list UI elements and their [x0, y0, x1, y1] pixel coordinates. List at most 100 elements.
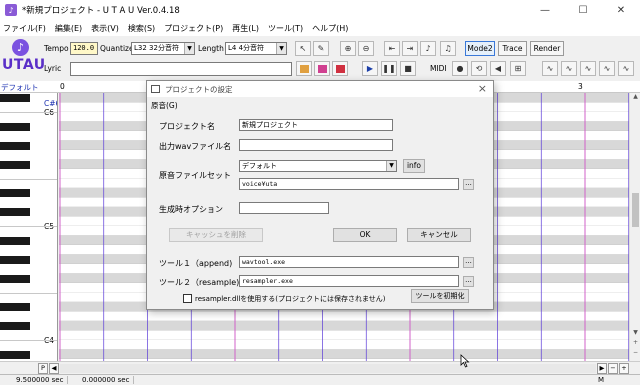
maximize-button[interactable]: ☐ — [564, 0, 602, 20]
menu-help[interactable]: ヘルプ(H) — [312, 23, 348, 34]
tool-a-button[interactable]: ∿ — [542, 61, 558, 76]
gen-options-input[interactable] — [239, 202, 329, 214]
scroll-right-icon[interactable]: ▶ — [597, 363, 607, 374]
black-key[interactable] — [0, 94, 30, 102]
tool1-input[interactable]: wavtool.exe — [239, 256, 459, 268]
menu-tools[interactable]: ツール(T) — [268, 23, 303, 34]
horizontal-scrollbar: P ◀ ▶ − + — [0, 361, 640, 374]
jump-end-button[interactable]: ⇥ — [402, 41, 418, 56]
record-button[interactable]: ● — [452, 61, 468, 76]
note-color-button[interactable] — [296, 61, 312, 76]
zoom-out-button[interactable]: ⊖ — [358, 41, 374, 56]
quantize-select[interactable]: L32 32分音符 ▼ — [131, 42, 195, 55]
black-key[interactable] — [0, 160, 30, 169]
tempo-input[interactable]: 120.0 — [70, 42, 98, 55]
tool1-label: ツール１（append) — [159, 259, 233, 268]
stop-button[interactable]: ■ — [400, 61, 416, 76]
output-wav-input[interactable] — [239, 139, 393, 151]
measure-number: 3 — [578, 82, 583, 91]
zoom-plus-icon[interactable]: + — [630, 339, 640, 346]
black-key[interactable] — [0, 255, 30, 264]
black-key[interactable] — [0, 236, 30, 245]
horizontal-scroll-track[interactable] — [60, 364, 596, 373]
menu-project[interactable]: プロジェクト(P) — [164, 23, 223, 34]
voicebank-select[interactable]: デフォルト ▼ — [239, 160, 397, 172]
black-key[interactable] — [0, 189, 30, 197]
black-key[interactable] — [0, 208, 30, 216]
scroll-left-icon[interactable]: ◀ — [49, 363, 59, 374]
trace-button[interactable]: Trace — [498, 41, 527, 56]
dialog-menu-voice[interactable]: 原音(G) — [151, 100, 178, 111]
menu-play[interactable]: 再生(L) — [232, 23, 259, 34]
vertical-scrollbar[interactable]: ▲ ▼ + − — [629, 93, 640, 361]
black-key[interactable] — [0, 122, 30, 131]
voicebank-path-input[interactable]: voice¥uta — [239, 178, 459, 190]
split-note-button[interactable]: ♪ — [420, 41, 436, 56]
pause-button[interactable]: ❚❚ — [381, 61, 397, 76]
tool-b-button[interactable]: ∿ — [561, 61, 577, 76]
hzoom-plus-icon[interactable]: + — [619, 363, 629, 374]
status-mode: M — [598, 376, 605, 384]
use-resampler-dll-checkbox[interactable] — [183, 294, 192, 303]
close-button[interactable]: ✕ — [602, 0, 640, 20]
zoom-in-button[interactable]: ⊕ — [340, 41, 356, 56]
hzoom-minus-icon[interactable]: − — [608, 363, 618, 374]
lyric-edit-button[interactable] — [332, 61, 348, 76]
cancel-button[interactable]: キャンセル — [407, 228, 471, 242]
jump-start-button[interactable]: ⇤ — [384, 41, 400, 56]
tool2-browse-button[interactable]: ... — [463, 276, 474, 287]
black-key[interactable] — [0, 274, 30, 283]
music-note-icon: ♪ — [12, 39, 29, 56]
minimize-button[interactable]: — — [526, 0, 564, 20]
lyric-input[interactable] — [70, 62, 292, 76]
speaker-icon: ◀ — [494, 64, 502, 73]
menu-edit[interactable]: 編集(E) — [55, 23, 82, 34]
scroll-thumb[interactable] — [632, 193, 639, 227]
white-key-divider — [0, 226, 57, 227]
p-toggle-button[interactable]: P — [38, 363, 48, 374]
mode2-button[interactable]: Mode2 — [465, 41, 495, 56]
menu-view[interactable]: 表示(V) — [91, 23, 119, 34]
black-key[interactable] — [0, 141, 30, 150]
speaker-button[interactable]: ◀ — [490, 61, 506, 76]
reset-tools-button[interactable]: ツールを初期化 — [411, 289, 469, 303]
lyric-edit-icon — [336, 65, 345, 73]
pointer-tool-button[interactable]: ↖ — [295, 41, 311, 56]
split-icon-button[interactable]: ⊞ — [510, 61, 526, 76]
dialog-close-icon[interactable]: × — [478, 82, 487, 95]
part-color-button[interactable] — [314, 61, 330, 76]
quantize-label: Quantize — [100, 44, 134, 53]
loop-button[interactable]: ⟲ — [471, 61, 487, 76]
window-title: *新規プロジェクト - U T A U Ver.0.4.18 — [22, 6, 180, 16]
render-button[interactable]: Render — [530, 41, 564, 56]
clear-cache-button[interactable]: キャッシュを削除 — [169, 228, 263, 242]
black-key[interactable] — [0, 350, 30, 359]
record-icon: ● — [456, 64, 464, 73]
app-icon: ♪ — [5, 4, 17, 16]
merge-note-button[interactable]: ♫ — [440, 41, 456, 56]
tool2-input[interactable]: resampler.exe — [239, 275, 459, 287]
black-key[interactable] — [0, 322, 30, 330]
project-name-input[interactable]: 新規プロジェクト — [239, 119, 393, 131]
length-select[interactable]: L4 4分音符 ▼ — [225, 42, 287, 55]
dialog-window-icon — [151, 85, 160, 93]
menu-file[interactable]: ファイル(F) — [3, 23, 46, 34]
black-key[interactable] — [0, 303, 30, 311]
track-label: デフォルト — [1, 83, 39, 92]
tool-c-button[interactable]: ∿ — [580, 61, 596, 76]
scroll-up-icon[interactable]: ▲ — [630, 93, 640, 100]
preset-icon: ∿ — [622, 64, 630, 73]
stop-icon: ■ — [404, 64, 412, 73]
info-button[interactable]: info — [403, 159, 425, 173]
scroll-down-icon[interactable]: ▼ — [630, 329, 640, 336]
menu-search[interactable]: 検索(S) — [128, 23, 155, 34]
pencil-tool-button[interactable]: ✎ — [313, 41, 329, 56]
piano-keyboard[interactable]: C#6 C6 C5 C4 — [0, 93, 58, 361]
tool1-browse-button[interactable]: ... — [463, 257, 474, 268]
zoom-minus-icon[interactable]: − — [630, 349, 640, 356]
voicebank-browse-button[interactable]: ... — [463, 179, 474, 190]
ok-button[interactable]: OK — [333, 228, 397, 242]
play-button[interactable]: ▶ — [362, 61, 378, 76]
tool-e-button[interactable]: ∿ — [618, 61, 634, 76]
tool-d-button[interactable]: ∿ — [599, 61, 615, 76]
